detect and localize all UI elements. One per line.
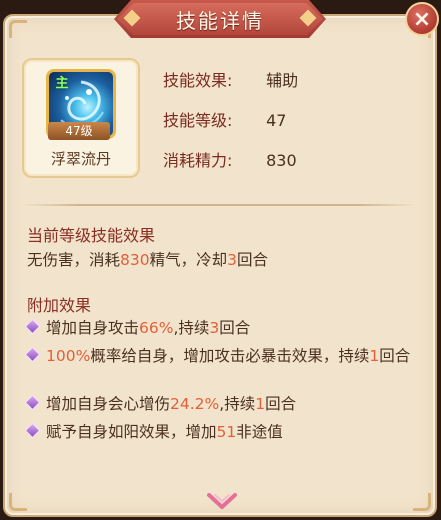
section-divider [20, 204, 418, 206]
main-skill-badge: 主 [55, 76, 69, 91]
effect-value: 66% [139, 319, 174, 337]
effect-text: 无伤害，消耗 [27, 251, 121, 269]
effect-value: 1 [255, 395, 266, 413]
effect-text: 赋予自身如阳效果，增加 [46, 423, 217, 441]
skill-stats: 技能效果: 辅助 技能等级: 47 消耗精力: 830 [163, 67, 298, 187]
stat-value: 47 [266, 111, 287, 130]
title-banner: 技能详情 [114, 0, 326, 38]
effect-list-item: 100%概率给自身，增加攻击必暴击效果，持续1回合 [24, 345, 424, 368]
stat-row: 消耗精力: 830 [163, 147, 298, 187]
effect-list-item: 赋予自身如阳效果，增加51非途值 [24, 421, 424, 444]
corner-ornament [413, 493, 431, 511]
close-button[interactable]: × [405, 2, 439, 36]
stat-label: 技能效果: [163, 71, 233, 90]
diamond-bullet-icon [24, 318, 41, 335]
diamond-bullet-icon [24, 346, 41, 363]
stat-value: 830 [266, 151, 297, 170]
effect-text: 回合 [219, 319, 251, 337]
effect-value: 830 [120, 251, 150, 269]
effect-text: 概率给自身，增加攻击必暴击效果，持续 [90, 347, 370, 365]
effect-text: 回合 [265, 395, 297, 413]
effect-text: 增加自身攻击 [46, 319, 140, 337]
stat-label: 消耗精力: [163, 151, 233, 170]
extra-effect-title: 附加效果 [27, 296, 92, 315]
corner-ornament [9, 493, 27, 511]
effect-value: 3 [209, 319, 220, 337]
page-title: 技能详情 [176, 8, 264, 33]
effect-value: 100% [46, 347, 91, 365]
corner-ornament [9, 20, 27, 38]
stat-row: 技能等级: 47 [163, 107, 298, 147]
effect-value: 51 [216, 423, 237, 441]
skill-level-badge: 47级 [48, 122, 110, 140]
effect-text: 增加自身会心增伤 [46, 395, 171, 413]
stat-row: 技能效果: 辅助 [163, 67, 298, 107]
scroll-down-icon[interactable] [207, 491, 237, 513]
effect-text: ,持续 [173, 319, 210, 337]
effect-text: 回合 [379, 347, 411, 365]
effect-list-item: 增加自身攻击66%,持续3回合 [24, 317, 424, 340]
effect-text: ,持续 [219, 395, 256, 413]
effect-value: 24.2% [170, 395, 220, 413]
current-effect-text: 无伤害，消耗830精气，冷却3回合 [27, 248, 268, 270]
close-icon: × [412, 6, 432, 32]
current-effect-title: 当前等级技能效果 [27, 226, 156, 245]
stat-label: 技能等级: [163, 111, 233, 130]
effect-list-item: 增加自身会心增伤24.2%,持续1回合 [24, 393, 424, 416]
diamond-bullet-icon [24, 394, 41, 411]
effect-value: 1 [369, 347, 380, 365]
effect-text: 回合 [237, 251, 269, 269]
effect-text: 非途值 [236, 423, 283, 441]
skill-icon-frame: 主 47级 浮翠流丹 [22, 58, 140, 178]
skill-name: 浮翠流丹 [50, 150, 111, 168]
effect-value: 3 [227, 251, 237, 269]
effect-text: 精气，冷却 [149, 251, 228, 269]
stat-value: 辅助 [266, 71, 299, 90]
diamond-bullet-icon [24, 422, 41, 439]
